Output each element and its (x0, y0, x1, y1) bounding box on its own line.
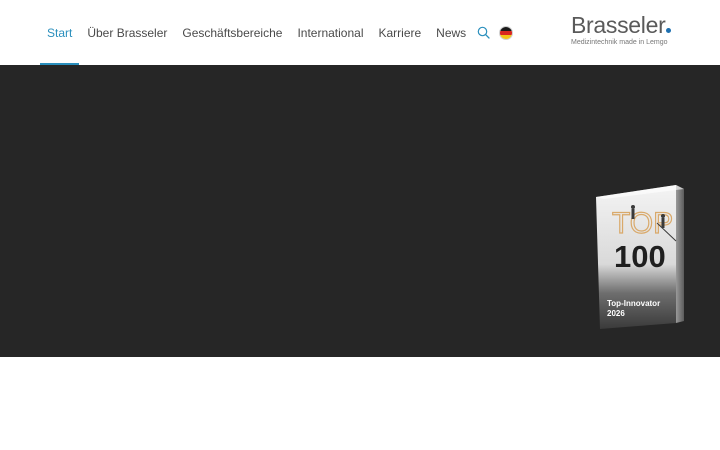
german-flag-icon[interactable] (499, 25, 514, 40)
svg-text:100: 100 (614, 239, 666, 274)
site-header: Start Über Brasseler Geschäftsbereiche I… (0, 0, 720, 65)
nav-item-label: Start (47, 25, 73, 40)
nav-item-ueber-brasseler[interactable]: Über Brasseler (87, 0, 167, 65)
nav-item-international[interactable]: International (297, 0, 363, 65)
nav-item-label: Geschäftsbereiche (182, 25, 283, 40)
main-navigation: Start Über Brasseler Geschäftsbereiche I… (40, 0, 514, 65)
nav-item-geschaeftsbereiche[interactable]: Geschäftsbereiche (182, 0, 282, 65)
logo-dot (666, 28, 672, 33)
nav-item-label: International (297, 25, 364, 40)
nav-item-label: Karriere (378, 25, 422, 40)
badge-title: Top-Innovator (607, 299, 661, 308)
content-area (0, 357, 720, 450)
search-icon[interactable] (477, 26, 491, 40)
logo-wordmark: Brasseler (571, 13, 683, 37)
nav-item-label: Über Brasseler (87, 25, 168, 40)
logo-tagline: Medizintechnik made in Lemgo (571, 39, 668, 46)
nav-item-karriere[interactable]: Karriere (378, 0, 421, 65)
nav-item-start[interactable]: Start (40, 0, 80, 65)
badge-year: 2026 (607, 309, 625, 318)
nav-item-news[interactable]: News (436, 0, 466, 65)
nav-item-label: News (436, 25, 467, 40)
brasseler-logo[interactable]: Brasseler Medizintechnik made in Lemgo (571, 13, 683, 53)
